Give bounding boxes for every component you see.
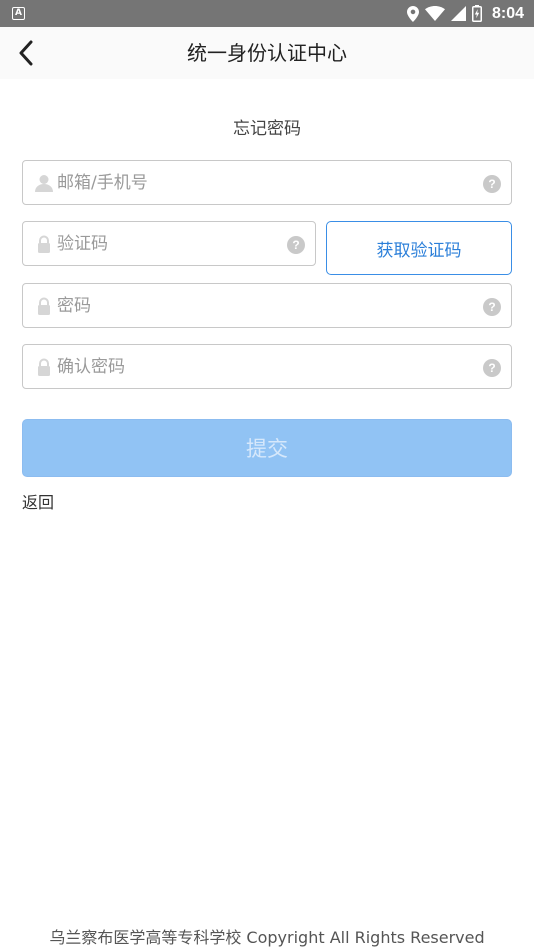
verify-code-field: ? [22, 221, 316, 266]
confirm-password-input[interactable] [57, 345, 475, 388]
submit-button[interactable]: 提交 [22, 419, 512, 477]
battery-icon [471, 5, 482, 22]
get-code-button[interactable]: 获取验证码 [326, 221, 512, 275]
status-icons: 8:04 [406, 0, 524, 27]
verify-code-input[interactable] [57, 222, 279, 265]
confirm-password-help-icon[interactable]: ? [483, 359, 501, 377]
password-help-icon[interactable]: ? [483, 298, 501, 316]
verify-code-help-icon[interactable]: ? [287, 236, 305, 254]
return-link[interactable]: 返回 [22, 489, 54, 513]
signal-icon [450, 6, 466, 21]
lock-icon [38, 358, 50, 376]
account-field: ? [22, 160, 512, 205]
location-icon [406, 5, 419, 22]
app-header: 统一身份认证中心 [0, 27, 534, 79]
form-subtitle: 忘记密码 [233, 119, 301, 139]
lock-icon [38, 235, 50, 253]
password-field: ? [22, 283, 512, 328]
page-title: 统一身份认证中心 [187, 41, 347, 65]
notification-a-icon: A [12, 7, 25, 20]
confirm-password-field: ? [22, 344, 512, 389]
wifi-icon [424, 6, 445, 21]
user-icon [35, 175, 53, 192]
account-help-icon[interactable]: ? [483, 175, 501, 193]
status-bar: A 8:04 [0, 0, 534, 27]
account-input[interactable] [57, 161, 475, 204]
password-input[interactable] [57, 284, 475, 327]
status-time: 8:04 [491, 4, 524, 22]
lock-icon [38, 297, 50, 315]
footer-copyright: 乌兰察布医学高等专科学校 Copyright All Rights Reserv… [49, 928, 485, 947]
